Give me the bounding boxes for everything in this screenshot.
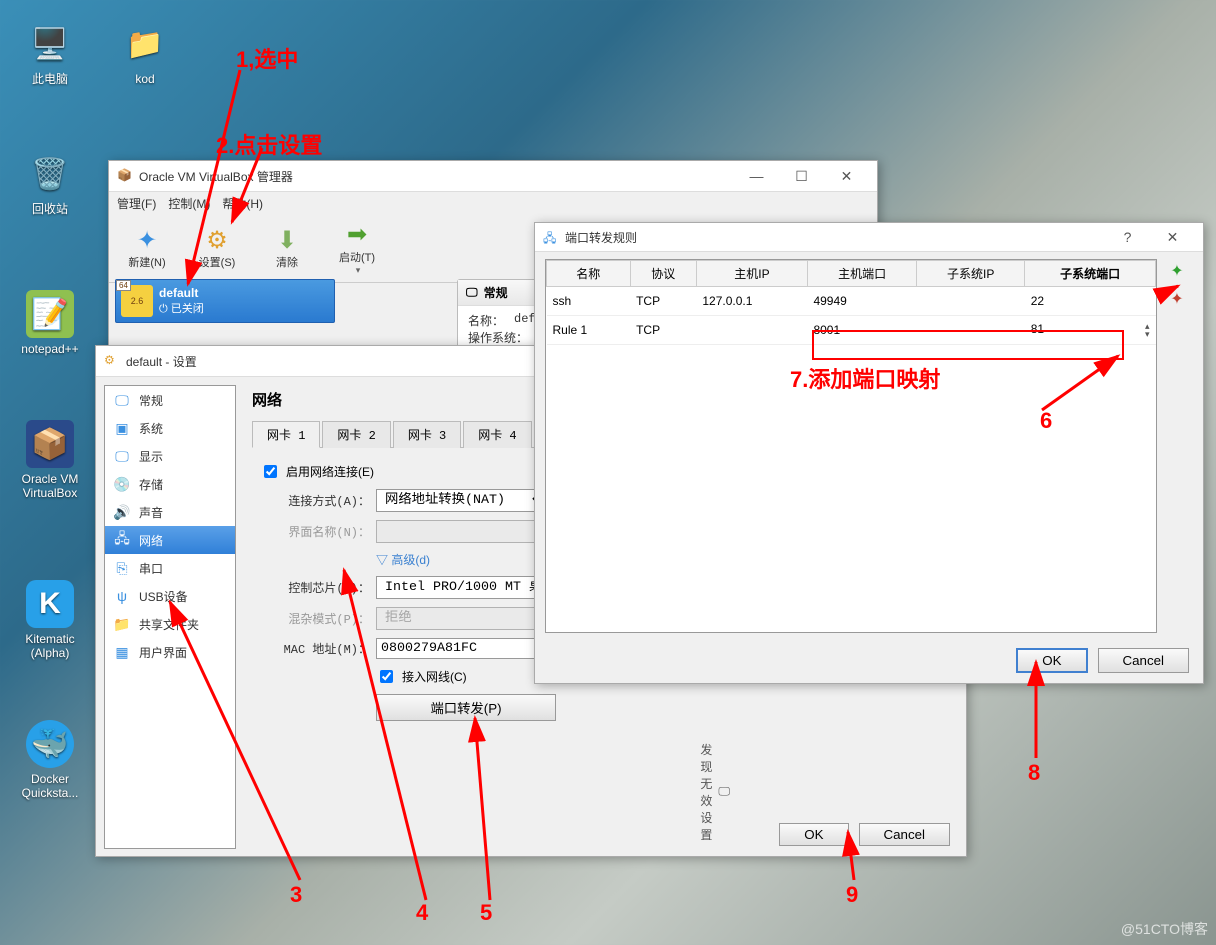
general-icon: 🖵 [113,391,131,409]
menu-help[interactable]: 帮助(H) [222,195,263,212]
annotation-9: 9 [846,882,858,908]
desktop-icon-notepadpp[interactable]: 📝notepad++ [10,290,90,356]
settings-category-list: 🖵常规 ▣系统 🖵显示 💿存储 🔊声音 🖧网络 ⎘串口 ψUSB设备 📁共享文件… [104,385,236,849]
cat-storage[interactable]: 💿存储 [105,470,235,498]
gear-icon: ⚙ [206,226,228,254]
portfwd-titlebar[interactable]: 🖧 端口转发规则 ? ✕ [535,223,1203,252]
serial-icon: ⎘ [113,559,131,577]
add-rule-button[interactable]: ✦ [1165,259,1189,283]
audio-icon: 🔊 [113,503,131,521]
portfwd-table[interactable]: 名称 协议 主机IP 主机端口 子系统IP 子系统端口 ssh TCP 127.… [545,259,1157,633]
portfwd-dialog: 🖧 端口转发规则 ? ✕ 名称 协议 主机IP 主机端口 子系统IP 子系统端口… [534,222,1204,684]
annotation-5: 5 [480,900,492,926]
portfwd-close-button[interactable]: ✕ [1150,222,1195,252]
portfwd-cancel-button[interactable]: Cancel [1098,648,1190,673]
settings-cancel-button[interactable]: Cancel [859,823,951,846]
vbox-title: Oracle VM VirtualBox 管理器 [139,168,734,185]
vm-name: default [159,286,198,300]
table-row[interactable]: Rule 1 TCP 8001 81▴▾ [547,316,1156,345]
vm-list: 642.6 default ⏻ 已关闭 [115,279,335,329]
ui-icon: ▦ [113,643,131,661]
details-header: 常规 [484,284,508,301]
portfwd-help-button[interactable]: ? [1105,222,1150,252]
desktop-icon-kitematic[interactable]: KKitematic (Alpha) [10,580,90,660]
vm-state: 已关闭 [171,303,204,315]
desktop-icon-this-pc[interactable]: 🖥️此电脑 [10,20,90,86]
toolbar-start[interactable]: ➡启动(T)▾ [325,218,389,279]
cat-system[interactable]: ▣系统 [105,414,235,442]
general-icon: 🖵 [466,285,478,300]
watermark: @51CTO博客 [1121,919,1208,939]
tab-adapter-3[interactable]: 网卡 3 [393,421,461,448]
network-icon: 🖧 [543,229,559,245]
cat-display[interactable]: 🖵显示 [105,442,235,470]
minimize-button[interactable]: — [734,161,779,191]
usb-icon: ψ [113,587,131,605]
cat-network[interactable]: 🖧网络 [105,526,235,554]
vbox-icon: 📦 [117,168,133,184]
cat-shared[interactable]: 📁共享文件夹 [105,610,235,638]
menu-manage[interactable]: 管理(F) [117,195,156,212]
toolbar-discard[interactable]: ⬇清除 [255,223,319,273]
col-name[interactable]: 名称 [547,261,631,287]
vm-item-default[interactable]: 642.6 default ⏻ 已关闭 [115,279,335,323]
spinner-icon[interactable]: ▴▾ [1145,322,1150,338]
tab-adapter-1[interactable]: 网卡 1 [252,421,320,448]
col-guestport[interactable]: 子系统端口 [1025,261,1156,287]
attach-mode-select[interactable]: 网络地址转换(NAT) [376,489,546,512]
close-button[interactable]: ✕ [824,161,869,191]
desktop-icon-docker[interactable]: 🐳Docker Quicksta... [10,720,90,800]
maximize-button[interactable]: ☐ [779,161,824,191]
cable-label: 接入网线(C) [402,668,467,685]
settings-ok-button[interactable]: OK [779,823,848,846]
table-row[interactable]: ssh TCP 127.0.0.1 49949 22 [547,287,1156,316]
tab-adapter-4[interactable]: 网卡 4 [463,421,531,448]
enable-adapter-checkbox[interactable] [264,465,277,478]
folder-icon: 📁 [113,615,131,633]
cat-ui[interactable]: ▦用户界面 [105,638,235,666]
annotation-8: 8 [1028,760,1040,786]
portfwd-ok-button[interactable]: OK [1016,648,1087,673]
cable-connected-checkbox[interactable] [380,670,393,683]
network-icon: 🖧 [113,531,131,549]
new-icon: ✦ [137,226,157,254]
enable-adapter-label: 启用网络连接(E) [286,463,374,480]
annotation-1: 1,选中 [236,42,298,74]
tab-adapter-2[interactable]: 网卡 2 [322,421,390,448]
portfwd-title: 端口转发规则 [565,229,1105,246]
col-guestip[interactable]: 子系统IP [917,261,1025,287]
port-forward-button[interactable]: 端口转发(P) [376,694,556,721]
col-hostip[interactable]: 主机IP [696,261,807,287]
chip-icon: ▣ [113,419,131,437]
storage-icon: 💿 [113,475,131,493]
vm-os-icon: 642.6 [121,285,153,317]
display-icon: 🖵 [113,447,131,465]
toolbar-settings[interactable]: ⚙设置(S) [185,223,249,273]
cat-audio[interactable]: 🔊声音 [105,498,235,526]
invalid-settings-warning: 发现无效设置 🖵 [700,741,730,843]
discard-icon: ⬇ [277,226,297,254]
cat-serial[interactable]: ⎘串口 [105,554,235,582]
vbox-titlebar[interactable]: 📦 Oracle VM VirtualBox 管理器 — ☐ ✕ [109,161,877,192]
start-icon: ➡ [347,221,367,249]
desktop-icon-recycle[interactable]: 🗑️回收站 [10,150,90,216]
toolbar-new[interactable]: ✦新建(N) [115,223,179,273]
power-icon: ⏻ [159,303,171,315]
gear-icon: ⚙ [104,353,120,369]
annotation-3: 3 [290,882,302,908]
annotation-4: 4 [416,900,428,926]
remove-rule-button[interactable]: ✦ [1165,287,1189,311]
vbox-menubar: 管理(F) 控制(M) 帮助(H) [109,192,877,214]
col-hostport[interactable]: 主机端口 [807,261,916,287]
desktop-icon-kod[interactable]: 📁kod [105,20,185,86]
annotation-2: 2.点击设置 [216,128,322,160]
cat-general[interactable]: 🖵常规 [105,386,235,414]
col-proto[interactable]: 协议 [630,261,696,287]
desktop-icon-virtualbox[interactable]: 📦Oracle VM VirtualBox [10,420,90,500]
cat-usb[interactable]: ψUSB设备 [105,582,235,610]
warn-icon: 🖵 [718,785,730,799]
menu-control[interactable]: 控制(M) [168,195,210,212]
advanced-toggle[interactable]: ▽ 高级(d) [376,551,430,568]
